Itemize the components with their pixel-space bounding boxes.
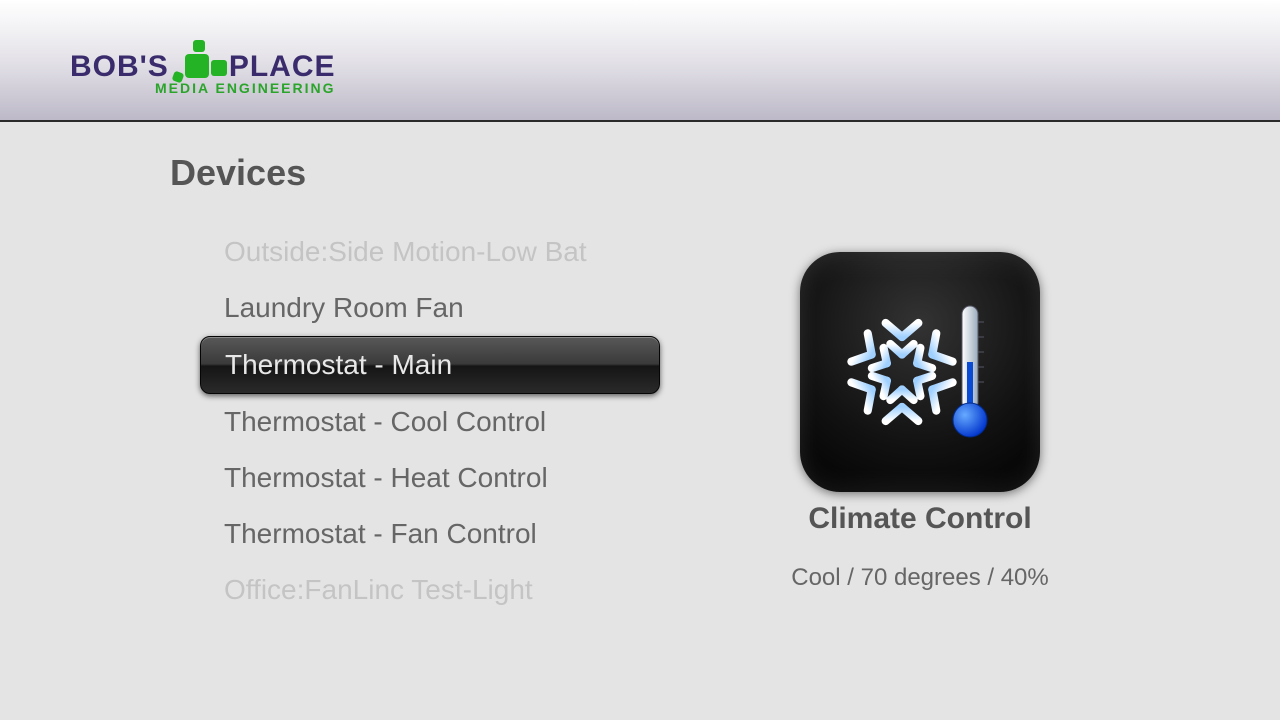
climate-control-icon — [800, 252, 1040, 492]
device-item[interactable]: Thermostat - Cool Control — [200, 394, 730, 450]
device-item[interactable]: Outside:Side Motion-Low Bat — [200, 224, 730, 280]
brand-text-a: BOB'S — [70, 50, 169, 84]
device-item[interactable]: Laundry Room Fan — [200, 280, 730, 336]
device-item[interactable]: Thermostat - Heat Control — [200, 450, 730, 506]
device-item[interactable]: Thermostat - Fan Control — [200, 506, 730, 562]
device-detail-panel: Climate Control Cool / 70 degrees / 40% — [730, 252, 1110, 618]
detail-title: Climate Control — [808, 502, 1031, 536]
device-item[interactable]: Office:FanLinc Test-Light — [200, 562, 730, 618]
device-list: Outside:Side Motion-Low Bat Laundry Room… — [200, 224, 730, 618]
device-item-selected[interactable]: Thermostat - Main — [200, 336, 660, 394]
thermometer-icon — [950, 302, 990, 442]
brand-text-b: PLACE — [229, 50, 336, 84]
page-title: Devices — [170, 152, 730, 194]
brand-mark-icon — [171, 40, 227, 84]
header-bar: BOB'S PLACE MEDIA ENGINEERING — [0, 0, 1280, 122]
brand-logo: BOB'S PLACE MEDIA ENGINEERING — [70, 40, 336, 96]
detail-status: Cool / 70 degrees / 40% — [791, 564, 1049, 592]
